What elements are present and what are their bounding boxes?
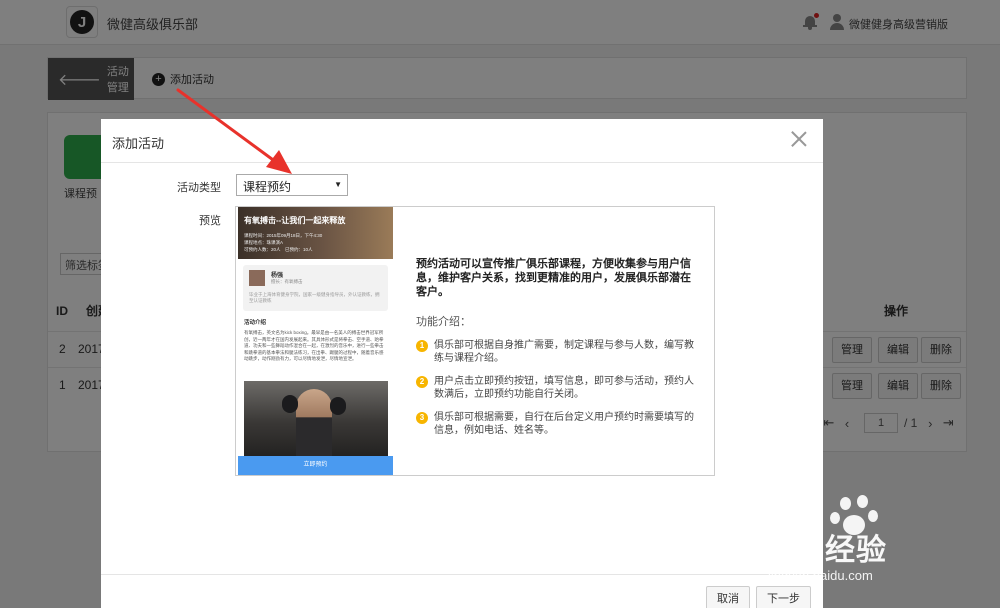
feature-item: 3 俱乐部可根据需要，自行在后台定义用户预约时需要填写的信息，例如电话、姓名等。 bbox=[416, 411, 696, 437]
activity-type-label: 活动类型 bbox=[177, 182, 221, 194]
description-intro: 预约活动可以宣传推广俱乐部课程，方便收集参与用户信息，维护客户关系，找到更精准的… bbox=[416, 258, 691, 298]
coach-avatar bbox=[249, 270, 265, 286]
number-badge: 1 bbox=[416, 340, 428, 352]
preview-banner-line: 课程时间：2015年09月18日，下午4:30 bbox=[244, 233, 323, 238]
caret-down-icon: ▼ bbox=[334, 180, 342, 189]
phone-preview: 有氧搏击--让我们一起来释放 课程时间：2015年09月18日，下午4:30 课… bbox=[238, 207, 393, 475]
coach-card: 杨强 擅长：有氧搏击 毕业于上海体育健身学院，国家一级健身指导员，外认证教练，拥… bbox=[243, 265, 388, 311]
preview-banner-line: 可预约人数：20人 已预约：10人 bbox=[244, 247, 313, 252]
activity-type-value: 课程预约 bbox=[243, 180, 292, 194]
feature-text: 俱乐部可根据需要，自行在后台定义用户预约时需要填写的信息，例如电话、姓名等。 bbox=[434, 412, 694, 436]
watermark-url: jingyan.baidu.com bbox=[768, 568, 873, 583]
features-heading: 功能介绍： bbox=[416, 316, 471, 328]
dialog-footer: 取消 下一步 bbox=[101, 574, 823, 608]
preview-banner-line: 课程地点：珠课演A bbox=[244, 240, 284, 245]
baidu-watermark: Bai 经验 jingyan.baidu.com bbox=[766, 495, 966, 590]
feature-text: 俱乐部可根据自身推广需要，制定课程与参与人数，编写教练与课程介绍。 bbox=[434, 340, 694, 364]
preview-section-text: 有氧搏击，英文名为kick boxing。最早是由一名美人的搏击世界冠军所创，近… bbox=[244, 330, 384, 361]
book-now-button: 立即预约 bbox=[238, 456, 393, 475]
preview-section-title: 活动介绍 bbox=[244, 320, 267, 326]
boxing-photo bbox=[244, 381, 388, 456]
feature-text: 用户点击立即预约按钮，填写信息，即可参与活动，预约人数满后，立即预约功能自行关闭… bbox=[434, 376, 694, 400]
preview-banner-title: 有氧搏击--让我们一起来释放 bbox=[244, 216, 346, 225]
watermark-text: Bai 经验 bbox=[766, 534, 888, 567]
feature-item: 2 用户点击立即预约按钮，填写信息，即可参与活动，预约人数满后，立即预约功能自行… bbox=[416, 375, 696, 401]
activity-description: 预约活动可以宣传推广俱乐部课程，方便收集参与用户信息，维护客户关系，找到更精准的… bbox=[416, 257, 696, 437]
coach-description: 毕业于上海体育健身学院，国家一级健身指导员，外认证教练，拥至认证教练 bbox=[249, 292, 380, 303]
number-badge: 3 bbox=[416, 412, 428, 424]
coach-name: 杨强 bbox=[271, 273, 284, 279]
number-badge: 2 bbox=[416, 376, 428, 388]
coach-specialty: 擅长：有氧搏击 bbox=[271, 279, 303, 284]
cancel-button[interactable]: 取消 bbox=[706, 586, 750, 608]
close-icon[interactable] bbox=[791, 131, 807, 147]
preview-area: 有氧搏击--让我们一起来释放 课程时间：2015年09月18日，下午4:30 课… bbox=[235, 206, 715, 476]
preview-label: 预览 bbox=[199, 215, 221, 227]
feature-item: 1 俱乐部可根据自身推广需要，制定课程与参与人数，编写教练与课程介绍。 bbox=[416, 339, 696, 365]
activity-type-select[interactable]: 课程预约 ▼ bbox=[236, 174, 348, 196]
preview-banner: 有氧搏击--让我们一起来释放 课程时间：2015年09月18日，下午4:30 课… bbox=[238, 207, 393, 259]
add-activity-dialog: 添加活动 活动类型 课程预约 ▼ 预览 有氧搏击--让我们一起来释放 课程时间：… bbox=[101, 119, 823, 608]
dialog-title: 添加活动 bbox=[112, 136, 165, 151]
dialog-header: 添加活动 bbox=[101, 119, 823, 163]
